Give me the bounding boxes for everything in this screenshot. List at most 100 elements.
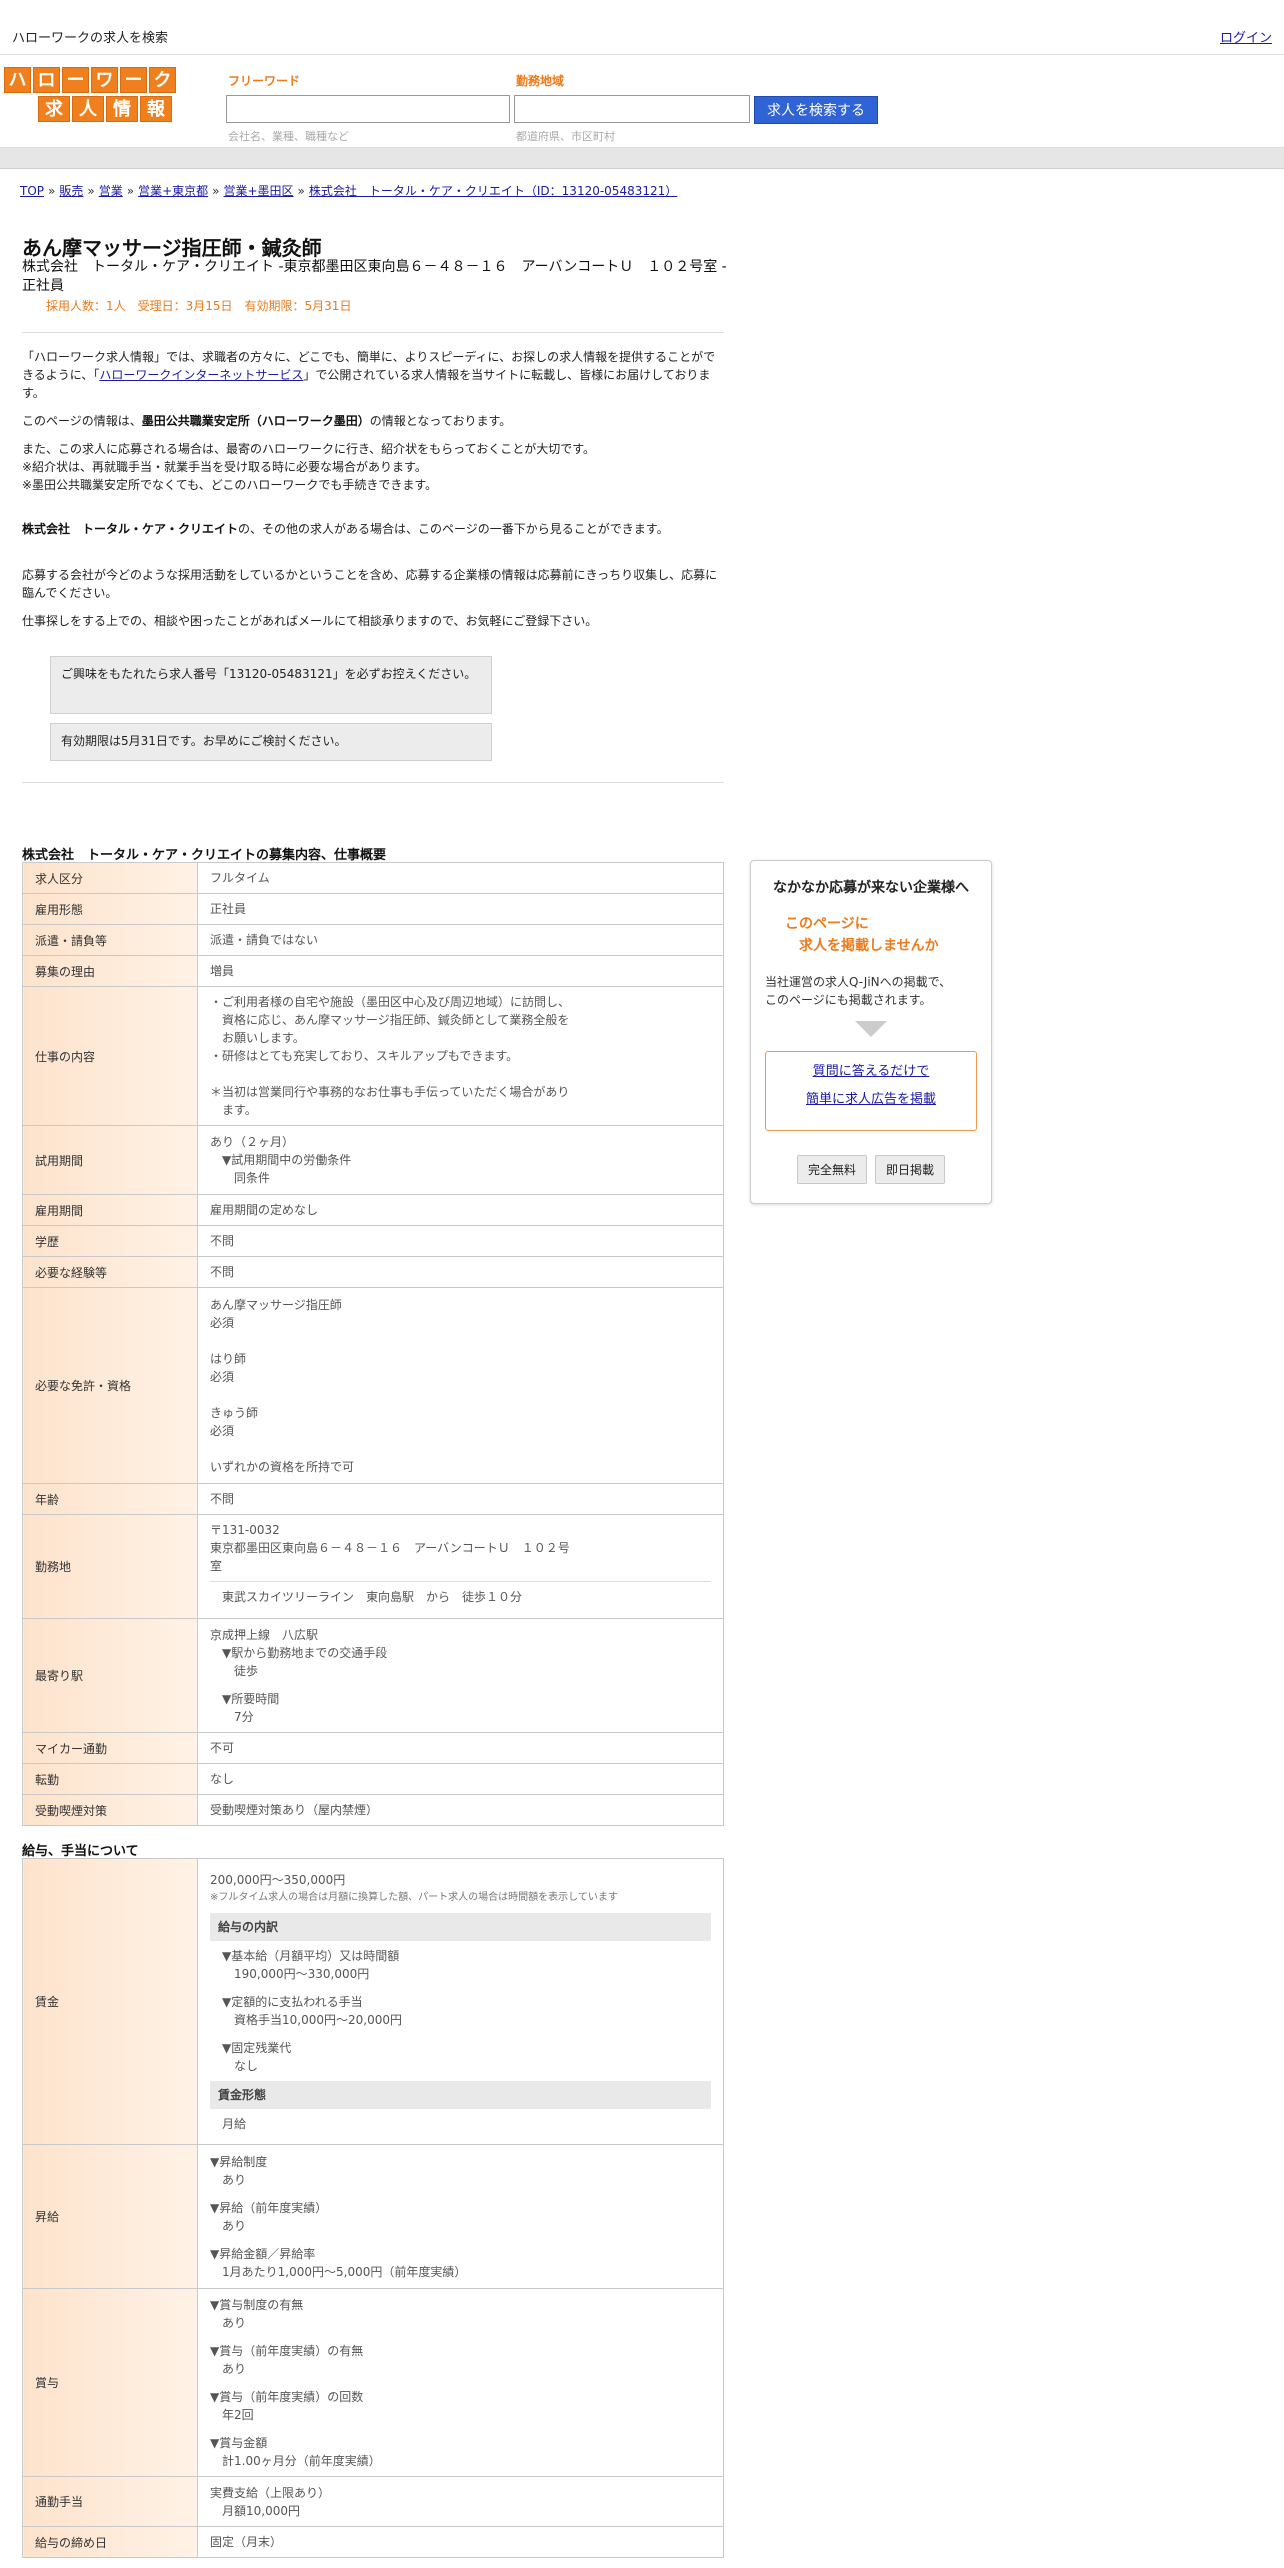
down-arrow-icon xyxy=(855,1021,887,1037)
logo-char: ワ xyxy=(91,67,118,93)
referral-line: ※紹介状は、再就職手当・就業手当を受け取る時に必要な場合があります。 xyxy=(22,460,427,474)
notice-job-number: ご興味をもたれたら求人番号「13120-05483121」を必ずお控えください。 xyxy=(50,656,492,714)
sidebar-catch-line: 求人を掲載しませんか xyxy=(799,938,939,954)
row-value: あん摩マッサージ指圧師 必須 はり師 必須 きゅう師 必須 いずれかの資格を所持… xyxy=(197,1287,724,1484)
breadcrumb-sep: » xyxy=(297,184,305,198)
hellowork-logo[interactable]: ハ ロ ー ワ ー ク 求 人 情 報 xyxy=(4,67,180,125)
free-button[interactable]: 完全無料 xyxy=(796,1155,867,1184)
post-ad-box[interactable]: 質問に答えるだけで 簡単に求人広告を掲載 xyxy=(765,1051,977,1131)
value-line: ▼所要時間 xyxy=(222,1691,280,1706)
row-key: マイカー通勤 xyxy=(22,1732,198,1764)
value-line: 必須 xyxy=(210,1315,235,1330)
login-link[interactable]: ログイン xyxy=(1220,27,1272,46)
value-line: あり xyxy=(222,2218,247,2233)
logo-char: 求 xyxy=(38,96,70,122)
row-key: 勤務地 xyxy=(22,1514,198,1619)
salary-range: 200,000円〜350,000円 xyxy=(210,1872,346,1887)
value-line: あり xyxy=(222,2361,247,2376)
row-value: 不問 xyxy=(197,1483,724,1515)
value-line: ▼昇給金額／昇給率 xyxy=(210,2246,316,2261)
office-name: 墨田公共職業安定所（ハローワーク墨田） xyxy=(141,414,370,428)
value-line: きゅう師 xyxy=(210,1405,259,1420)
logo-char: ハ xyxy=(4,67,31,93)
sidebar-catch: このページに 求人を掲載しませんか xyxy=(785,913,991,957)
breadcrumb-link[interactable]: 営業 xyxy=(99,184,123,198)
value-line: あり xyxy=(222,2172,247,2187)
value-line: ・研修はとても充実しており、スキルアップもできます。 xyxy=(210,1049,519,1063)
value-line: ▼駅から勤務地までの交通手段 xyxy=(222,1645,388,1660)
value-line: あり xyxy=(222,2315,247,2330)
job-meta: 採用人数：1人 受理日：3月15日 有効期限：5月31日 xyxy=(46,299,352,313)
table-row: 試用期間 あり（２ヶ月） ▼試用期間中の労働条件 同条件 xyxy=(22,1125,724,1195)
freeword-input[interactable] xyxy=(226,95,510,123)
intro-text: の情報となっております。 xyxy=(369,414,512,428)
referral-paragraph: また、この求人に応募される場合は、最寄のハローワークに行き、紹介状をもらっておく… xyxy=(22,440,724,494)
row-key: 試用期間 xyxy=(22,1125,198,1195)
company-paragraph: 株式会社 トータル・ケア・クリエイトの、その他の求人がある場合は、このページの一… xyxy=(22,520,724,538)
breadcrumb-link[interactable]: TOP xyxy=(20,184,44,198)
breadcrumb-link[interactable]: 営業+東京都 xyxy=(138,184,208,198)
row-key: 必要な免許・資格 xyxy=(22,1287,198,1484)
value-line: ます。 xyxy=(222,1103,257,1117)
value-line: ▼昇給（前年度実績） xyxy=(210,2200,328,2215)
value-line: 同条件 xyxy=(234,1171,271,1185)
row-key: 転勤 xyxy=(22,1763,198,1795)
post-ad-link[interactable]: 簡単に求人広告を掲載 xyxy=(806,1092,936,1107)
value-line: ▼賞与制度の有無 xyxy=(210,2297,304,2312)
value-line: はり師 xyxy=(210,1351,247,1366)
table-row: 仕事の内容 ・ご利用者様の自宅や施設（墨田区中心及び周辺地域）に訪問し、 資格に… xyxy=(22,986,724,1126)
breadcrumb-sep: » xyxy=(48,184,56,198)
breadcrumb-link[interactable]: 販売 xyxy=(59,184,83,198)
notice-deadline: 有効期限は5月31日です。お早めにご検討ください。 xyxy=(50,723,492,761)
row-value: 固定（月末） xyxy=(197,2526,724,2558)
row-value: フルタイム xyxy=(197,862,724,894)
value-line: あん摩マッサージ指圧師 xyxy=(210,1297,342,1312)
job-summary-table: 求人区分 フルタイム 雇用形態 正社員 派遣・請負等 派遣・請負ではない 募集の理由増… xyxy=(22,862,724,1826)
breadcrumb-link[interactable]: 株式会社 トータル・ケア・クリエイト（ID：13120-05483121） xyxy=(309,184,677,198)
row-value: なし xyxy=(197,1763,724,1795)
row-key: 派遣・請負等 xyxy=(22,924,198,956)
hellowork-internet-link[interactable]: ハローワークインターネットサービス xyxy=(99,368,303,382)
intro-paragraph: 「ハローワーク求人情報」では、求職者の方々に、どこでも、簡単に、よりスピーディに… xyxy=(22,348,724,402)
table-row: 年齢 不問 xyxy=(22,1483,724,1515)
divider xyxy=(22,782,724,783)
site-title: ハローワークの求人を検索 xyxy=(12,31,169,46)
post-ad-link[interactable]: 質問に答えるだけで xyxy=(813,1064,930,1079)
table-row: 求人区分 フルタイム xyxy=(22,862,724,894)
logo-char: ー xyxy=(120,67,147,93)
logo-char: 情 xyxy=(106,96,138,122)
table-row: 受動喫煙対策 受動喫煙対策あり（屋内禁煙） xyxy=(22,1794,724,1826)
breadcrumb-sep: » xyxy=(126,184,135,198)
table-row: 雇用形態 正社員 xyxy=(22,893,724,925)
row-value: 実費支給（上限あり） 月額10,000円 xyxy=(197,2476,724,2527)
table-row: 雇用期間 雇用期間の定めなし xyxy=(22,1194,724,1226)
row-key: 通勤手当 xyxy=(22,2476,198,2527)
row-key: 求人区分 xyxy=(22,862,198,894)
value-line: ▼定額的に支払われる手当 xyxy=(222,1994,363,2009)
advice-paragraph: 応募する会社が今どのような採用活動をしているかということを含め、応募する企業様の… xyxy=(22,568,718,600)
section-heading: 給与、手当について xyxy=(22,1844,139,1859)
row-value: ・ご利用者様の自宅や施設（墨田区中心及び周辺地域）に訪問し、 資格に応じ、あん摩… xyxy=(197,986,724,1126)
logo-char: 報 xyxy=(140,96,172,122)
breadcrumb-link[interactable]: 営業+墨田区 xyxy=(223,184,293,198)
value-line: 資格に応じ、あん摩マッサージ指圧師、鍼灸師として業務全般を xyxy=(222,1013,570,1027)
table-row: 賃金 200,000円〜350,000円 ※フルタイム求人の場合は月額に換算した… xyxy=(22,1858,724,2145)
section-heading: 株式会社 トータル・ケア・クリエイトの募集内容、仕事概要 xyxy=(22,848,387,863)
row-key: 雇用期間 xyxy=(22,1194,198,1226)
table-row: 必要な免許・資格 あん摩マッサージ指圧師 必須 はり師 必須 きゅう師 必須 い… xyxy=(22,1287,724,1484)
search-button[interactable]: 求人を検索する xyxy=(754,96,878,124)
row-value: 雇用期間の定めなし xyxy=(197,1194,724,1226)
row-value: ▼昇給制度 あり ▼昇給（前年度実績） あり ▼昇給金額／昇給率 1月あたり1,… xyxy=(197,2144,724,2289)
value-line: 必須 xyxy=(210,1369,235,1384)
value-line: 必須 xyxy=(210,1423,235,1438)
value-line: ▼賞与（前年度実績）の回数 xyxy=(210,2389,364,2404)
row-key: 雇用形態 xyxy=(22,893,198,925)
same-day-button[interactable]: 即日掲載 xyxy=(875,1155,946,1184)
row-key: 受動喫煙対策 xyxy=(22,1794,198,1826)
value-line: 東京都墨田区東向島６－４８－１６ アーバンコートＵ １０２号 xyxy=(210,1541,570,1555)
logo-char: ク xyxy=(149,67,176,93)
area-input[interactable] xyxy=(514,95,750,123)
sidebar-desc-line: このページにも掲載されます。 xyxy=(765,993,932,1007)
row-value: 正社員 xyxy=(197,893,724,925)
referral-line: ※墨田公共職業安定所でなくても、どこのハローワークでも手続きできます。 xyxy=(22,478,438,492)
